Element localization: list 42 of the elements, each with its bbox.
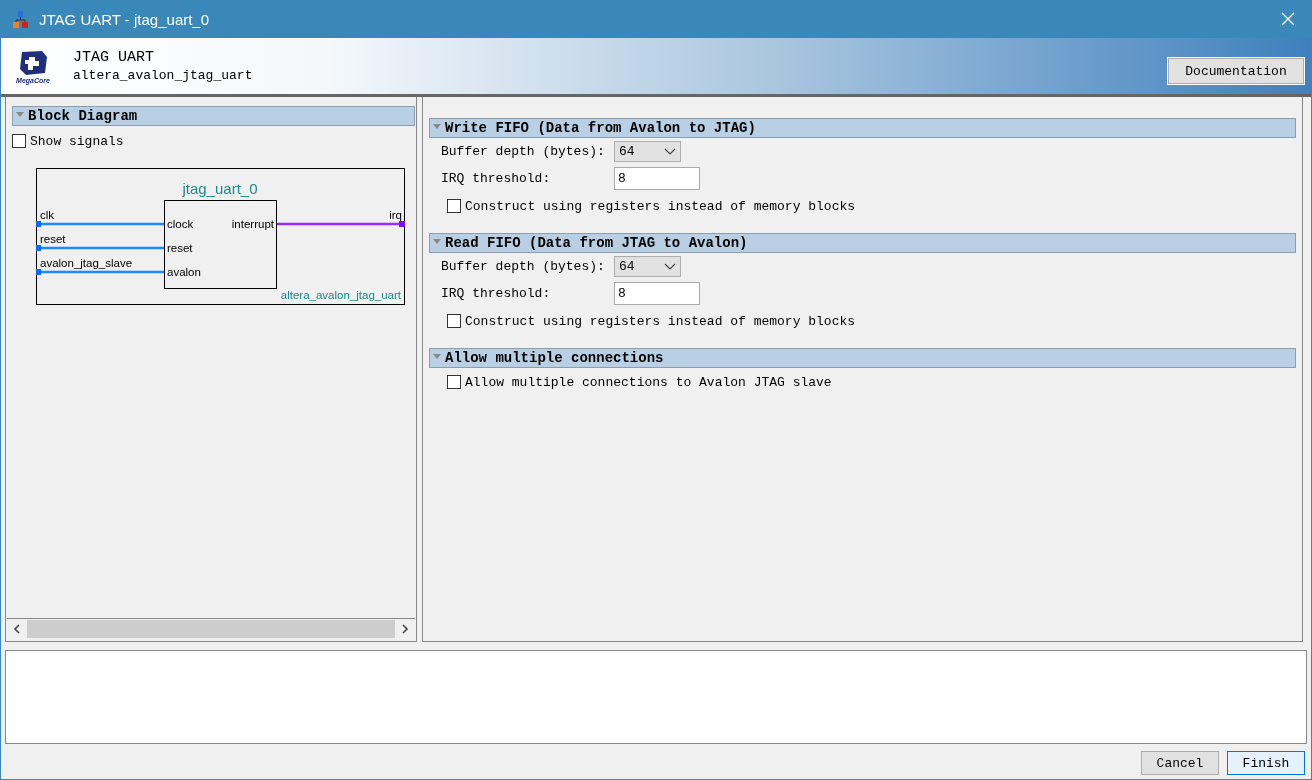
scrollbar-thumb[interactable]: [27, 620, 395, 638]
app-icon: [13, 10, 29, 28]
port-label: clock: [167, 218, 194, 230]
field-label: Buffer depth (bytes):: [441, 259, 606, 274]
close-icon[interactable]: [1281, 12, 1295, 26]
module-type: altera_avalon_jtag_uart: [280, 289, 401, 301]
checkbox-label: Allow multiple connections to Avalon JTAG slave: [465, 374, 832, 390]
checkbox-label: Show signals: [30, 133, 124, 149]
checkbox[interactable]: [447, 314, 461, 328]
component-title: JTAG UART: [73, 49, 155, 66]
checkbox-label: Construct using registers instead of memory blocks: [465, 313, 856, 329]
field-label: IRQ threshold:: [441, 171, 552, 186]
field-label: IRQ threshold:: [441, 286, 552, 301]
signal-label: avalon_jtag_slave: [40, 257, 133, 269]
section-header[interactable]: Allow multiple connections: [429, 348, 1296, 368]
input-field[interactable]: 8: [614, 167, 700, 190]
section-header[interactable]: Block Diagram: [12, 106, 415, 126]
documentation-button[interactable]: Documentation: [1168, 58, 1304, 84]
signal-label: clk: [40, 209, 55, 221]
checkbox[interactable]: [447, 375, 461, 389]
checkbox-label: Construct using registers instead of memory blocks: [465, 198, 856, 214]
checkbox[interactable]: [12, 134, 26, 148]
signal-label: irq: [389, 209, 402, 221]
horizontal-scrollbar[interactable]: [7, 618, 415, 639]
input-field[interactable]: 8: [614, 282, 700, 305]
chevron-down-icon: [664, 262, 676, 271]
dialog-button[interactable]: Cancel: [1141, 751, 1219, 775]
instance-name: jtag_uart_0: [182, 180, 258, 197]
signal-label: reset: [40, 233, 66, 245]
port-label: interrupt: [231, 218, 274, 230]
checkbox[interactable]: [447, 199, 461, 213]
port-label: reset: [167, 242, 193, 254]
section-header[interactable]: Read FIFO (Data from JTAG to Avalon): [429, 233, 1296, 253]
dropdown[interactable]: 64: [614, 256, 681, 277]
port-label: avalon: [167, 266, 201, 278]
field-label: Buffer depth (bytes):: [441, 144, 606, 159]
window-title: JTAG UART - jtag_uart_0: [39, 10, 211, 28]
dropdown[interactable]: 64: [614, 141, 681, 162]
dialog-button[interactable]: Finish: [1227, 751, 1305, 775]
component-name: altera_avalon_jtag_uart: [73, 68, 254, 83]
section-header[interactable]: Write FIFO (Data from Avalon to JTAG): [429, 118, 1296, 138]
chevron-down-icon: [664, 147, 676, 156]
